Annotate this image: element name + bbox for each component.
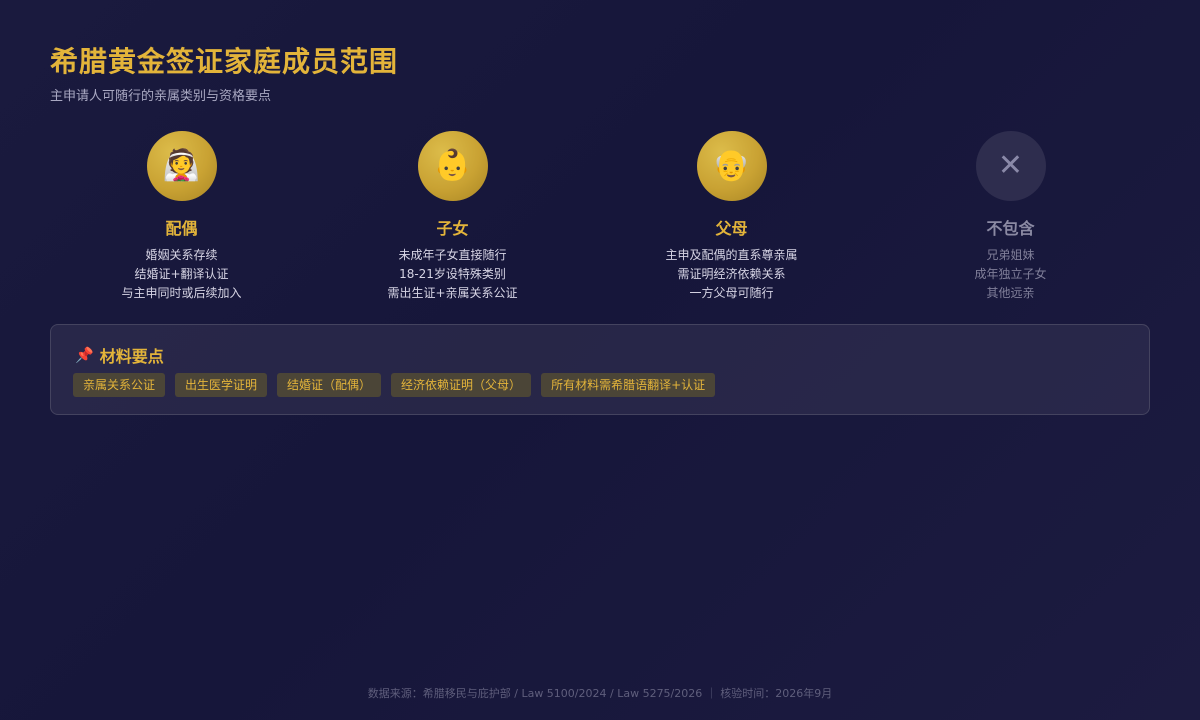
member-card-spouse: 👰 配偶 婚姻关系存续 结婚证+翻译认证 与主申同时或后续加入 — [50, 131, 313, 306]
member-title: 子女 — [436, 219, 469, 238]
page-subtitle: 主申请人可随行的亲属类别与资格要点 — [50, 89, 272, 104]
material-tag: 经济依赖证明（父母） — [391, 373, 532, 397]
member-details: 主申及配偶的直系尊亲属 需证明经济依赖关系 一方父母可随行 — [665, 246, 797, 303]
member-detail-line: 未成年子女直接随行 — [398, 248, 507, 262]
member-detail-line: 一方父母可随行 — [689, 286, 774, 300]
source-footer: 数据来源：希腊移民与庇护部 / Law 5100/2024 / Law 5275… — [367, 687, 833, 700]
materials-header: 📌 材料要点 — [75, 343, 164, 367]
pushpin-icon: 📌 — [75, 346, 94, 364]
member-detail-line: 婚姻关系存续 — [145, 248, 218, 262]
material-tag: 所有材料需希腊语翻译+认证 — [541, 373, 716, 397]
member-detail-line: 需出生证+亲属关系公证 — [387, 286, 518, 300]
baby-icon: 👶 — [417, 131, 488, 201]
member-detail-line: 结婚证+翻译认证 — [134, 267, 229, 281]
member-title: 父母 — [715, 219, 748, 238]
member-details: 婚姻关系存续 结婚证+翻译认证 与主申同时或后续加入 — [121, 246, 241, 303]
material-tag: 结婚证（配偶） — [277, 373, 382, 397]
member-details: 兄弟姐妹 成年独立子女 其他远亲 — [974, 246, 1046, 303]
materials-title: 材料要点 — [99, 347, 164, 366]
member-detail-line: 其他远亲 — [986, 286, 1035, 300]
member-detail-line: 18-21岁设特殊类别 — [399, 267, 506, 281]
member-card-parents: 👴 父母 主申及配偶的直系尊亲属 需证明经济依赖关系 一方父母可随行 — [592, 131, 871, 306]
member-detail-line: 兄弟姐妹 — [986, 248, 1035, 262]
member-title: 配偶 — [165, 219, 198, 238]
material-tag: 出生医学证明 — [175, 373, 268, 397]
family-member-categories: 👰 配偶 婚姻关系存续 结婚证+翻译认证 与主申同时或后续加入 👶 子女 未成年… — [50, 131, 1150, 306]
member-detail-line: 需证明经济依赖关系 — [677, 267, 786, 281]
materials-tags: 亲属关系公证 出生医学证明 结婚证（配偶） 经济依赖证明（父母） 所有材料需希腊… — [73, 373, 725, 397]
material-tag: 亲属关系公证 — [73, 373, 166, 397]
member-detail-line: 成年独立子女 — [974, 267, 1047, 281]
cross-mark-icon: ✕ — [975, 131, 1046, 201]
old-man-icon: 👴 — [696, 131, 767, 201]
member-detail-line: 与主申同时或后续加入 — [121, 286, 242, 300]
member-details: 未成年子女直接随行 18-21岁设特殊类别 需出生证+亲属关系公证 — [387, 246, 517, 303]
member-detail-line: 主申及配偶的直系尊亲属 — [665, 248, 798, 262]
member-card-excluded: ✕ 不包含 兄弟姐妹 成年独立子女 其他远亲 — [871, 131, 1150, 306]
page: 希腊黄金签证家庭成员范围 主申请人可随行的亲属类别与资格要点 👰 配偶 婚姻关系… — [50, 0, 1150, 720]
member-card-children: 👶 子女 未成年子女直接随行 18-21岁设特殊类别 需出生证+亲属关系公证 — [313, 131, 592, 306]
bride-with-veil-icon: 👰 — [146, 131, 217, 201]
member-title: 不包含 — [986, 219, 1035, 238]
materials-panel: 📌 材料要点 亲属关系公证 出生医学证明 结婚证（配偶） 经济依赖证明（父母） … — [50, 324, 1150, 415]
page-title: 希腊黄金签证家庭成员范围 — [50, 45, 399, 78]
